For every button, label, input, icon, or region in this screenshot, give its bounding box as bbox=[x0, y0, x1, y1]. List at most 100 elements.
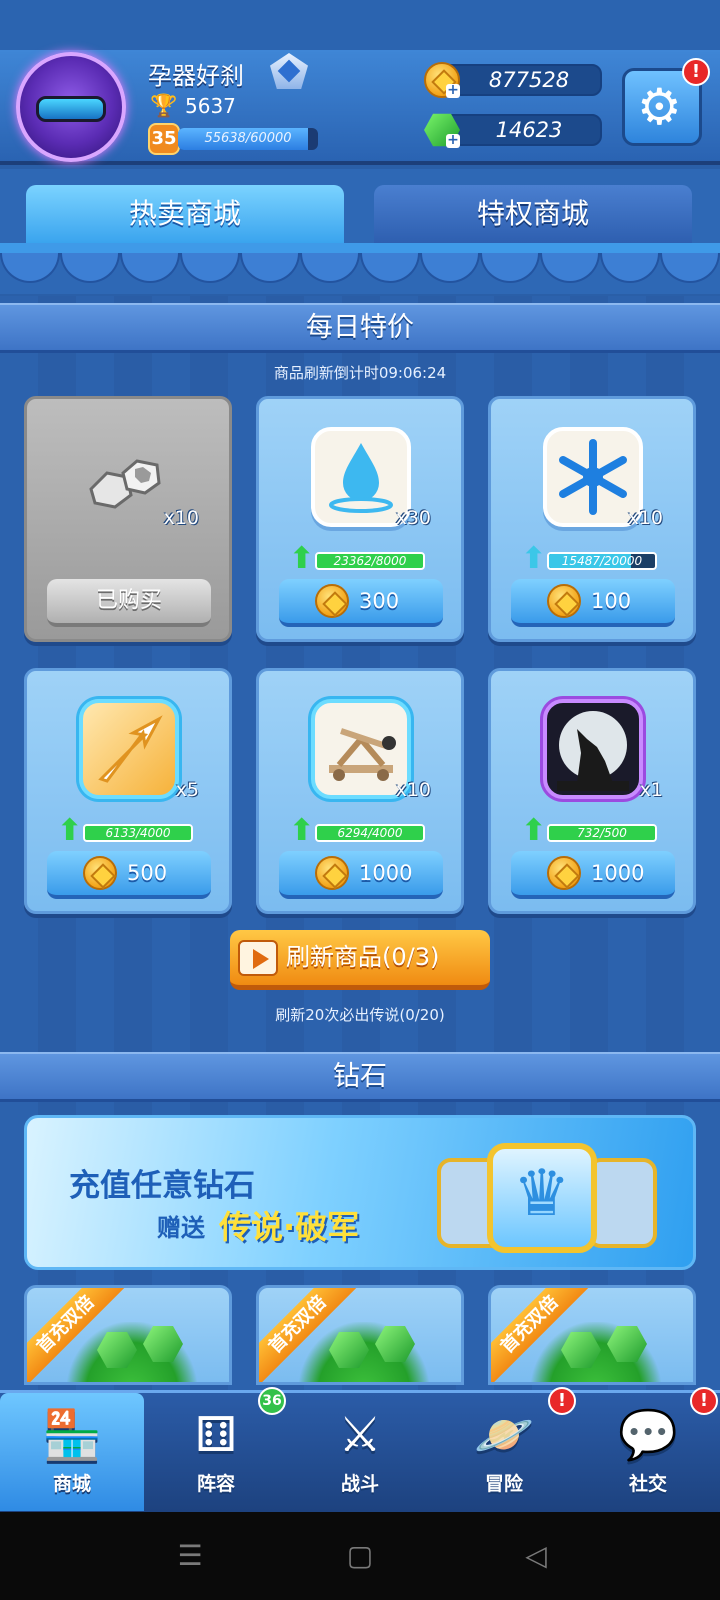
upgrade-progress: ⬆ 6294/4000 bbox=[289, 816, 433, 846]
deal-card-1[interactable]: x10 已购买 bbox=[24, 396, 232, 642]
xp-text: 55638/60000 bbox=[204, 131, 292, 146]
legend-guarantee-text: 刷新20次必出传说(0/20) bbox=[275, 1006, 445, 1024]
nav-label: 商城 bbox=[52, 1473, 91, 1495]
item-quantity: x10 bbox=[627, 507, 663, 529]
recents-icon[interactable]: ☰ bbox=[174, 1540, 206, 1572]
home-icon[interactable]: ▢ bbox=[344, 1540, 376, 1572]
refresh-goods-label: 刷新商品(0/3) bbox=[286, 943, 440, 971]
nav-label: 战斗 bbox=[340, 1473, 379, 1495]
add-gold-icon[interactable]: + bbox=[446, 83, 460, 98]
gold-coin-icon bbox=[547, 584, 581, 618]
store-icon: 🏪 bbox=[42, 1407, 102, 1463]
daily-deals-header: 每日特价 bbox=[0, 303, 720, 353]
status-bar bbox=[0, 0, 720, 50]
shop-tabs: 热卖商城 特权商城 bbox=[0, 169, 720, 294]
purchased-button: 已购买 bbox=[47, 579, 211, 627]
deal-card-2[interactable]: x30 ⬆ 23362/8000 300 bbox=[256, 396, 464, 642]
settings-alert-badge: ! bbox=[682, 58, 710, 86]
deal-card-6[interactable]: x1 ⬆ 732/500 1000 bbox=[488, 668, 696, 914]
nav-store[interactable]: 🏪 商城 bbox=[0, 1393, 144, 1511]
price-label: 100 bbox=[591, 589, 632, 613]
level-badge: 35 bbox=[148, 123, 180, 155]
video-play-icon bbox=[238, 940, 278, 976]
tab-hot-sale[interactable]: 热卖商城 bbox=[26, 185, 344, 243]
progress-text: 6294/4000 bbox=[337, 826, 403, 840]
progress-text: 732/500 bbox=[577, 826, 627, 840]
gear-icon: ⚙ bbox=[637, 78, 682, 136]
item-quantity: x1 bbox=[639, 779, 663, 801]
upgrade-progress: ⬆ 23362/8000 bbox=[289, 544, 433, 574]
rank-badge-icon[interactable] bbox=[270, 53, 308, 89]
buy-button[interactable]: 100 bbox=[511, 579, 675, 627]
gem-amount: 14623 bbox=[495, 118, 563, 142]
nav-battle[interactable]: ⚔ 战斗 bbox=[288, 1393, 432, 1511]
gem-pile-medium-icon bbox=[299, 1322, 429, 1382]
legend-card-icon bbox=[487, 1143, 597, 1253]
social-alert-badge: ! bbox=[690, 1387, 718, 1415]
gem-pack-2[interactable]: 首充双倍 bbox=[256, 1285, 464, 1385]
progress-text: 23362/8000 bbox=[333, 554, 407, 568]
deal-card-5[interactable]: x10 ⬆ 6294/4000 1000 bbox=[256, 668, 464, 914]
diamonds-header: 钻石 bbox=[0, 1052, 720, 1102]
planet-icon: 🪐 bbox=[474, 1407, 534, 1463]
gold-coin-icon bbox=[315, 856, 349, 890]
recharge-promo-banner[interactable]: 充值任意钻石 赠送 传说·破军 bbox=[24, 1115, 696, 1270]
progress-text: 15487/20000 bbox=[561, 554, 643, 568]
upgrade-progress: ⬆ 15487/20000 bbox=[521, 544, 665, 574]
banner-headline: 充值任意钻石 bbox=[69, 1168, 255, 1204]
lineup-count-badge: 36 bbox=[258, 1387, 286, 1415]
trophy-count: 5637 bbox=[185, 94, 236, 118]
buy-button[interactable]: 1000 bbox=[511, 851, 675, 899]
nav-label: 阵容 bbox=[196, 1473, 235, 1495]
price-label: 300 bbox=[359, 589, 400, 613]
buy-button[interactable]: 500 bbox=[47, 851, 211, 899]
chat-bubbles-icon: 💬 bbox=[618, 1407, 678, 1463]
banner-hero-name: 传说·破军 bbox=[219, 1208, 360, 1246]
player-avatar[interactable] bbox=[16, 52, 126, 162]
adventure-alert-badge: ! bbox=[548, 1387, 576, 1415]
item-quantity: x5 bbox=[175, 779, 199, 801]
item-quantity: x30 bbox=[395, 507, 431, 529]
nav-label: 社交 bbox=[628, 1473, 667, 1495]
nav-label: 冒险 bbox=[484, 1473, 523, 1495]
refresh-timer: 商品刷新倒计时09:06:24 bbox=[273, 364, 447, 382]
gem-counter: 14623 bbox=[440, 114, 602, 146]
gold-coin-icon bbox=[83, 856, 117, 890]
system-navigation-bar: ☰ ▢ ◁ bbox=[0, 1512, 720, 1600]
deal-card-4[interactable]: x5 ⬆ 6133/4000 500 bbox=[24, 668, 232, 914]
back-icon[interactable]: ◁ bbox=[520, 1540, 552, 1572]
crossed-swords-icon: ⚔ bbox=[338, 1407, 382, 1463]
item-quantity: x10 bbox=[163, 507, 199, 529]
gem-pile-large-icon bbox=[531, 1322, 661, 1382]
add-gem-icon[interactable]: + bbox=[446, 133, 460, 148]
buy-button[interactable]: 1000 bbox=[279, 851, 443, 899]
xp-bar: 55638/60000 bbox=[178, 128, 318, 150]
player-header: 孕器好刹 🏆 5637 35 55638/60000 877528 + 1462… bbox=[0, 50, 720, 165]
awning-scallops bbox=[0, 253, 720, 283]
upgrade-progress: ⬆ 6133/4000 bbox=[57, 816, 201, 846]
gold-coin-icon bbox=[547, 856, 581, 890]
trophy-icon: 🏆 bbox=[150, 94, 178, 119]
gold-coin-icon bbox=[315, 584, 349, 618]
deal-card-3[interactable]: x10 ⬆ 15487/20000 100 bbox=[488, 396, 696, 642]
gold-counter: 877528 bbox=[440, 64, 602, 96]
tab-privilege[interactable]: 特权商城 bbox=[374, 185, 692, 243]
gold-amount: 877528 bbox=[488, 68, 570, 92]
gem-pack-1[interactable]: 首充双倍 bbox=[24, 1285, 232, 1385]
banner-gift-label: 赠送 bbox=[157, 1214, 205, 1242]
dice-icon: ⚅ bbox=[195, 1407, 237, 1463]
golden-arrow-icon bbox=[79, 699, 179, 799]
price-label: 1000 bbox=[359, 861, 413, 885]
refresh-goods-button[interactable]: 刷新商品(0/3) bbox=[230, 930, 490, 990]
bottom-navigation: 🏪 商城 ⚅ 阵容 ⚔ 战斗 🪐 冒险 💬 社交 36 ! ! bbox=[0, 1387, 720, 1512]
gem-pack-3[interactable]: 首充双倍 bbox=[488, 1285, 696, 1385]
gem-pile-small-icon bbox=[67, 1322, 197, 1382]
buy-button[interactable]: 300 bbox=[279, 579, 443, 627]
price-label: 1000 bbox=[591, 861, 645, 885]
progress-text: 6133/4000 bbox=[105, 826, 171, 840]
item-quantity: x10 bbox=[395, 779, 431, 801]
upgrade-progress: ⬆ 732/500 bbox=[521, 816, 665, 846]
player-name: 孕器好刹 bbox=[148, 62, 244, 90]
howling-wolf-icon bbox=[543, 699, 643, 799]
tab-underline bbox=[0, 243, 720, 253]
